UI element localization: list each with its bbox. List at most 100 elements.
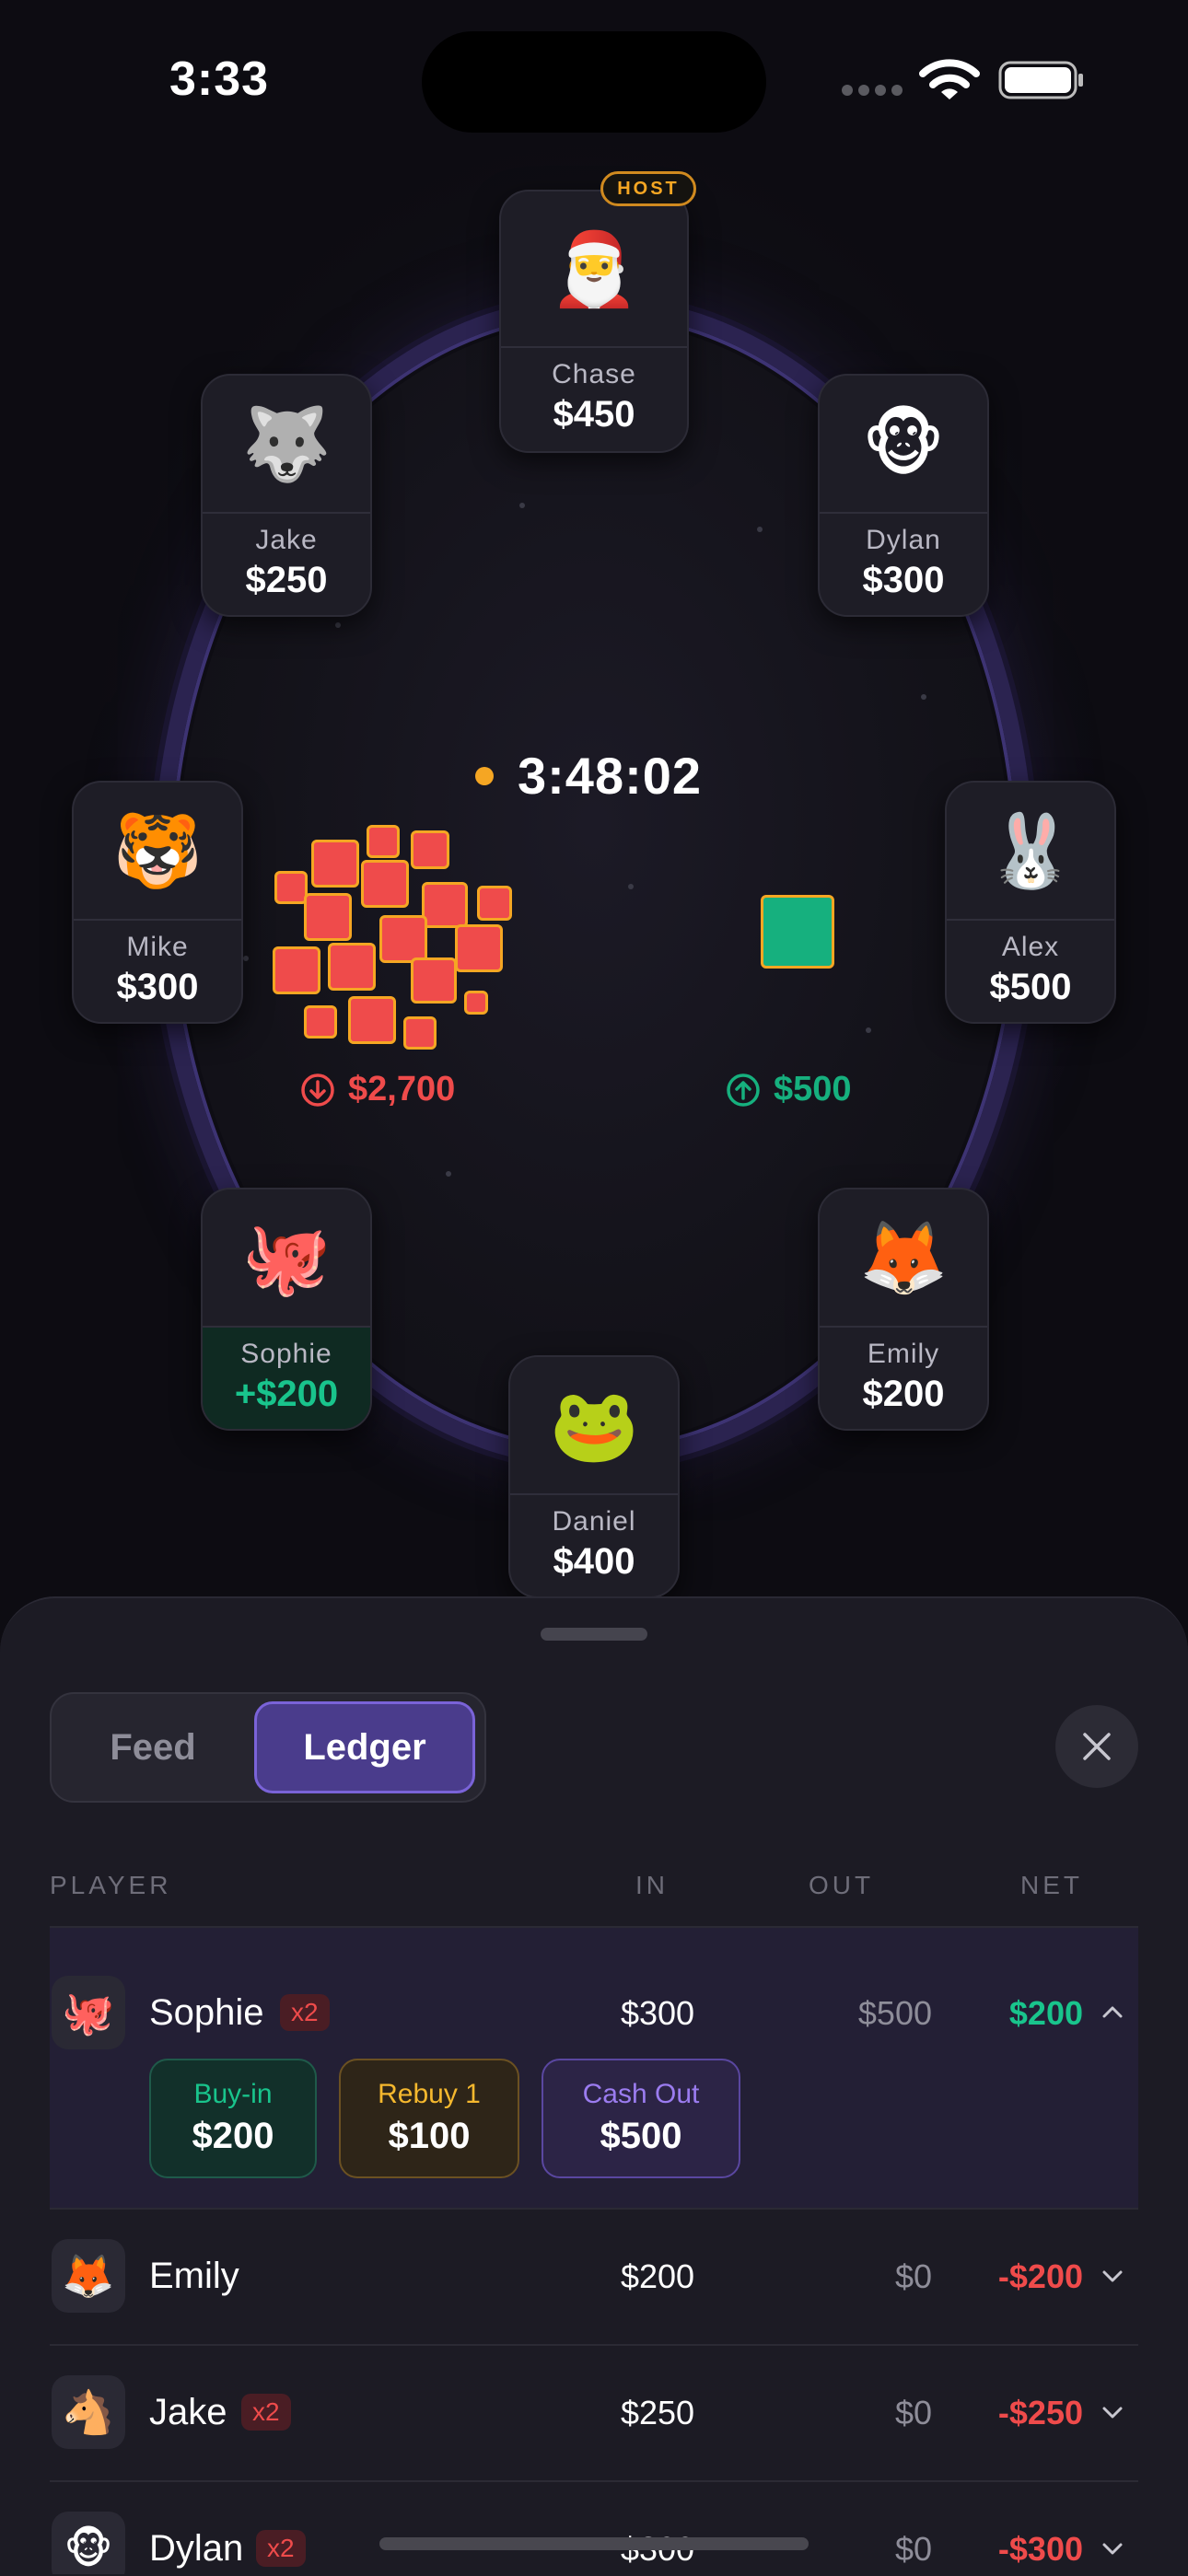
felt-dot [628, 884, 634, 889]
felt-dot [757, 527, 763, 532]
seat-name: Alex [1001, 932, 1060, 962]
seat-info: Sophie +$200 [203, 1328, 370, 1429]
rebuy-count-badge: x2 [280, 1994, 330, 2031]
seat-amount: +$200 [234, 1374, 339, 1414]
seat-amount: $300 [862, 560, 945, 600]
total-cash-out-value: $500 [774, 1070, 852, 1108]
transaction-chip-rebuy: Rebuy 1 $100 [339, 2059, 519, 2178]
chevron-down-icon[interactable] [1100, 2399, 1125, 2425]
player-net: $200 [1008, 1994, 1083, 2032]
felt-dot [519, 503, 525, 508]
dynamic-island [422, 31, 766, 133]
battery-icon [998, 61, 1083, 99]
column-header-out: OUT [809, 1871, 875, 1899]
cash-out-chip [761, 895, 834, 969]
tab-ledger[interactable]: Ledger [254, 1701, 475, 1793]
close-button[interactable] [1055, 1705, 1138, 1788]
column-header-in: IN [635, 1871, 669, 1899]
transaction-label: Buy-in [193, 2079, 273, 2109]
seat-daniel[interactable]: 🐸 Daniel $400 [508, 1355, 680, 1598]
seat-name: Mike [126, 932, 189, 962]
column-header-player: PLAYER [50, 1871, 172, 1899]
ledger-row-sophie[interactable]: 🐙 Sophie x2 $300 $500 $200 Buy-in $200 R… [50, 1928, 1138, 2208]
seat-name: Jake [255, 525, 318, 555]
player-in: $200 [620, 2257, 695, 2295]
seat-avatar: 🐰 [947, 783, 1114, 921]
player-net: -$300 [997, 2530, 1083, 2568]
close-icon [1083, 1733, 1111, 1760]
transaction-label: Rebuy 1 [378, 2079, 481, 2109]
transaction-amount: $100 [388, 2116, 471, 2156]
player-avatar: 🐙 [52, 1976, 125, 2049]
seat-avatar: 🐸 [510, 1357, 678, 1495]
player-name: Dylan [149, 2528, 244, 2569]
seat-amount: $250 [245, 560, 328, 600]
seat-name: Dylan [866, 525, 941, 555]
player-name: Emily [149, 2256, 239, 2296]
transaction-amount: $500 [600, 2116, 682, 2156]
transaction-label: Cash Out [582, 2079, 700, 2109]
total-cash-out: $500 [726, 1070, 852, 1109]
player-in: $300 [620, 1994, 695, 2032]
seat-avatar: 🐯 [74, 783, 241, 921]
wifi-icon [919, 59, 980, 99]
rebuy-count-badge: x2 [241, 2394, 291, 2431]
rebuy-count-badge: x2 [256, 2530, 306, 2567]
ledger-row-emily[interactable]: 🦊 Emily $200 $0 -$200 [50, 2210, 1138, 2344]
total-buy-in: $2,700 [300, 1070, 455, 1109]
seat-jake[interactable]: 🐺 Jake $250 [201, 374, 372, 617]
session-timer: 3:48:02 [475, 746, 702, 806]
home-indicator[interactable] [379, 2537, 809, 2550]
felt-dot [335, 622, 341, 628]
seat-name: Chase [552, 359, 636, 389]
seat-amount: $200 [862, 1374, 945, 1414]
felt-dot [243, 956, 249, 961]
seat-avatar: 🐙 [203, 1189, 370, 1328]
seat-amount: $450 [553, 394, 635, 435]
seat-amount: $300 [116, 967, 199, 1007]
felt-dot [866, 1027, 871, 1033]
seat-name: Emily [867, 1339, 940, 1369]
felt-dot [921, 694, 926, 700]
seat-avatar: 🐺 [203, 376, 370, 514]
seat-avatar: 🐵 [820, 376, 987, 514]
seat-amount: $400 [553, 1541, 635, 1582]
sheet-grabber[interactable] [541, 1628, 647, 1641]
seat-dylan[interactable]: 🐵 Dylan $300 [818, 374, 989, 617]
player-avatar: 🦊 [52, 2239, 125, 2313]
felt-dot [446, 1171, 451, 1177]
seat-avatar: 🦊 [820, 1189, 987, 1328]
total-buy-in-value: $2,700 [348, 1070, 456, 1108]
chevron-up-icon[interactable] [1100, 2000, 1125, 2025]
transaction-chip-buy-in: Buy-in $200 [149, 2059, 317, 2178]
player-avatar: 🐴 [52, 2375, 125, 2449]
tab-feed[interactable]: Feed [57, 1701, 249, 1793]
chevron-down-icon[interactable] [1100, 2263, 1125, 2289]
seat-alex[interactable]: 🐰 Alex $500 [945, 781, 1116, 1024]
transaction-amount: $200 [192, 2116, 274, 2156]
chevron-down-icon[interactable] [1100, 2535, 1125, 2561]
host-badge: HOST [600, 171, 696, 206]
player-net: -$250 [997, 2394, 1083, 2431]
seat-emily[interactable]: 🦊 Emily $200 [818, 1188, 989, 1431]
player-name: Sophie [149, 1992, 264, 2033]
status-time: 3:33 [169, 52, 270, 106]
seat-amount: $500 [989, 967, 1072, 1007]
seat-chase[interactable]: 🎅 Chase $450 [499, 190, 689, 453]
seat-avatar: 🎅 [501, 191, 687, 348]
transaction-chip-cash-out: Cash Out $500 [542, 2059, 740, 2178]
player-net: -$200 [997, 2257, 1083, 2295]
seat-sophie[interactable]: 🐙 Sophie +$200 [201, 1188, 372, 1431]
cellular-signal-icon [842, 85, 903, 96]
seat-mike[interactable]: 🐯 Mike $300 [72, 781, 243, 1024]
ledger-row-jake[interactable]: 🐴 Jake x2 $250 $0 -$250 [50, 2346, 1138, 2480]
player-avatar: 🐵 [52, 2512, 125, 2574]
ledger-row-dylan[interactable]: 🐵 Dylan x2 $300 $0 -$300 [50, 2482, 1138, 2574]
seat-name: Sophie [240, 1339, 332, 1369]
column-header-net: NET [1020, 1871, 1083, 1899]
timer-text: 3:48:02 [518, 747, 703, 805]
player-name: Jake [149, 2392, 227, 2432]
arrow-down-circle-icon [301, 1073, 334, 1107]
live-indicator-dot [475, 766, 494, 785]
player-in: $250 [620, 2394, 695, 2431]
